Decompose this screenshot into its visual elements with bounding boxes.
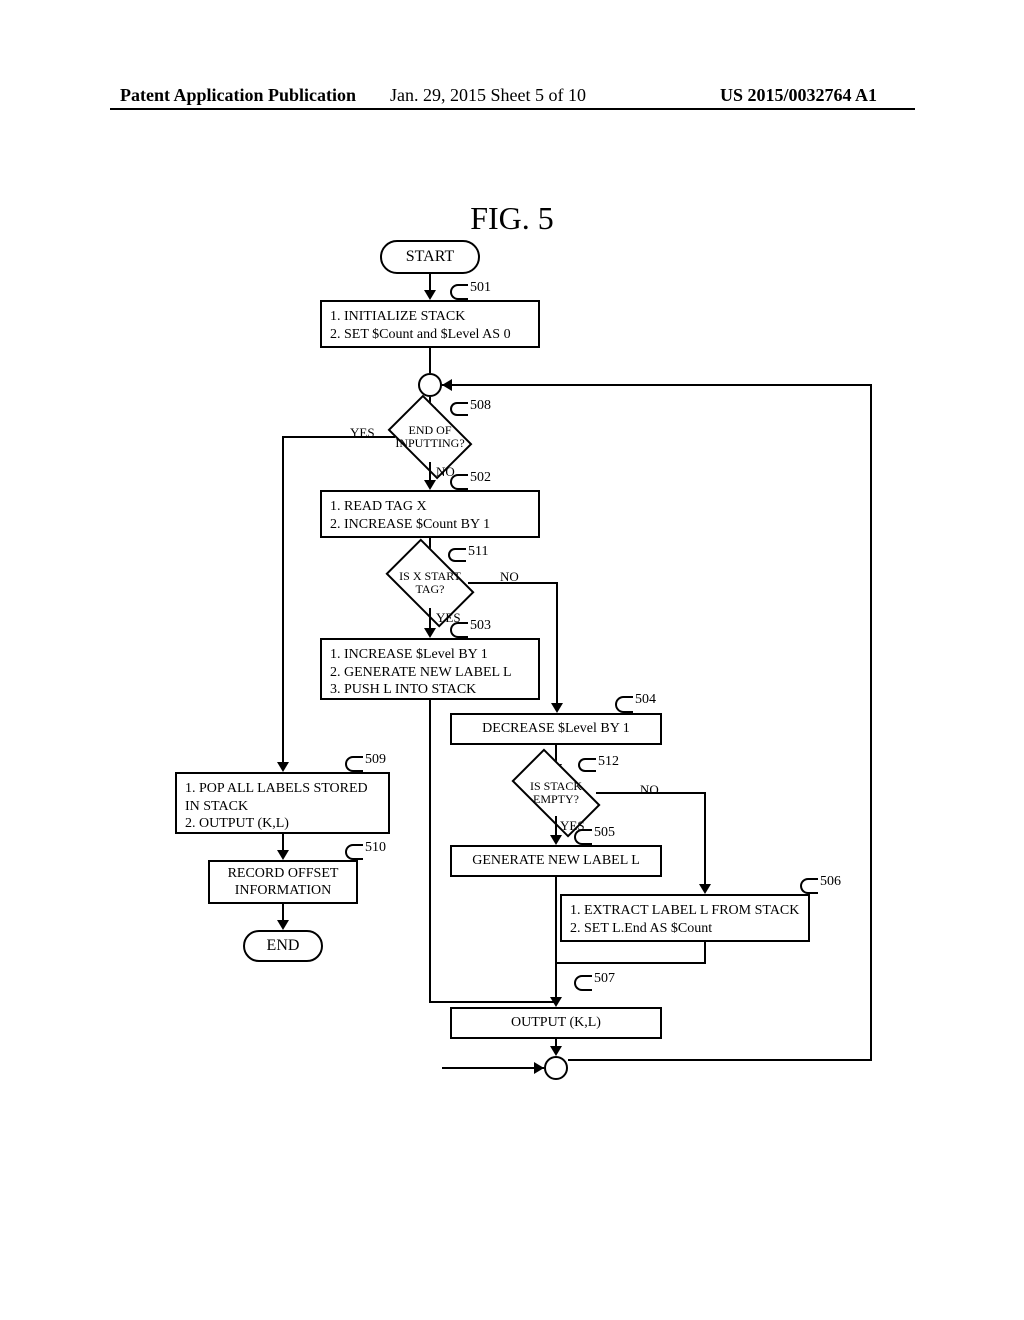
decision-508: END OF INPUTTING? xyxy=(395,412,465,462)
connector xyxy=(282,436,395,438)
connector xyxy=(442,384,872,386)
process-510: RECORD OFFSET INFORMATION xyxy=(208,860,358,904)
connector xyxy=(282,436,284,766)
ref-hook xyxy=(578,758,596,772)
connector xyxy=(704,942,706,962)
connector xyxy=(596,792,706,794)
process-504-text: DECREASE $Level BY 1 xyxy=(482,720,630,738)
arrow-down-icon xyxy=(551,703,563,713)
ref-506: 506 xyxy=(820,874,841,890)
process-509-text: 1. POP ALL LABELS STORED IN STACK 2. OUT… xyxy=(185,781,368,831)
decision-511: IS X START TAG? xyxy=(392,558,468,608)
ref-512: 512 xyxy=(598,754,619,770)
terminal-start-label: START xyxy=(406,248,454,266)
ref-hook xyxy=(615,696,633,713)
ref-hook xyxy=(574,975,592,991)
ref-hook xyxy=(450,402,468,416)
flowchart: START 1. INITIALIZE STACK 2. SET $Count … xyxy=(0,240,1024,1300)
onpage-connector-top xyxy=(418,373,442,397)
process-509: 1. POP ALL LABELS STORED IN STACK 2. OUT… xyxy=(175,772,390,834)
label-yes: YES xyxy=(350,425,375,441)
process-503: 1. INCREASE $Level BY 1 2. GENERATE NEW … xyxy=(320,638,540,700)
terminal-end-label: END xyxy=(267,937,300,955)
arrow-down-icon xyxy=(277,850,289,860)
ref-508: 508 xyxy=(470,398,491,414)
arrow-down-icon xyxy=(550,1046,562,1056)
connector xyxy=(429,1001,557,1003)
process-502-text: 1. READ TAG X 2. INCREASE $Count BY 1 xyxy=(330,499,490,532)
process-505: GENERATE NEW LABEL L xyxy=(450,845,662,877)
process-507: OUTPUT (K,L) xyxy=(450,1007,662,1039)
arrow-down-icon xyxy=(699,884,711,894)
connector xyxy=(429,348,431,373)
connector xyxy=(556,582,558,709)
ref-511: 511 xyxy=(468,544,488,560)
arrow-down-icon xyxy=(424,480,436,490)
connector xyxy=(555,962,706,964)
ref-hook xyxy=(450,474,468,490)
ref-hook xyxy=(574,829,592,845)
ref-hook xyxy=(448,548,466,562)
header-center: Jan. 29, 2015 Sheet 5 of 10 xyxy=(390,85,586,106)
arrow-down-icon xyxy=(277,762,289,772)
arrow-right-icon xyxy=(534,1062,544,1074)
connector xyxy=(555,877,557,963)
arrow-left-icon xyxy=(442,379,452,391)
process-501-text: 1. INITIALIZE STACK 2. SET $Count and $L… xyxy=(330,309,511,342)
process-510-text: RECORD OFFSET INFORMATION xyxy=(218,865,348,900)
ref-509: 509 xyxy=(365,752,386,768)
ref-hook xyxy=(345,756,363,772)
decision-512: IS STACK EMPTY? xyxy=(516,770,596,816)
arrow-down-icon xyxy=(550,835,562,845)
connector xyxy=(429,700,431,1001)
arrow-down-icon xyxy=(424,290,436,300)
terminal-start: START xyxy=(380,240,480,274)
header-right: US 2015/0032764 A1 xyxy=(720,85,877,106)
figure-title: FIG. 5 xyxy=(0,200,1024,237)
process-505-text: GENERATE NEW LABEL L xyxy=(472,852,640,870)
ref-hook xyxy=(800,878,818,894)
process-503-text: 1. INCREASE $Level BY 1 2. GENERATE NEW … xyxy=(330,647,512,697)
connector xyxy=(442,1067,544,1069)
label-no: NO xyxy=(640,782,659,798)
process-506: 1. EXTRACT LABEL L FROM STACK 2. SET L.E… xyxy=(560,894,810,942)
header-left: Patent Application Publication xyxy=(120,85,356,106)
arrow-down-icon xyxy=(550,997,562,1007)
onpage-connector-bottom xyxy=(544,1056,568,1080)
header-rule xyxy=(110,108,915,110)
connector xyxy=(870,384,872,1060)
connector xyxy=(568,1059,872,1061)
ref-504: 504 xyxy=(635,692,656,708)
process-502: 1. READ TAG X 2. INCREASE $Count BY 1 xyxy=(320,490,540,538)
arrow-down-icon xyxy=(277,920,289,930)
ref-510: 510 xyxy=(365,840,386,856)
ref-hook xyxy=(345,844,363,860)
ref-503: 503 xyxy=(470,618,491,634)
process-501: 1. INITIALIZE STACK 2. SET $Count and $L… xyxy=(320,300,540,348)
ref-502: 502 xyxy=(470,470,491,486)
process-504: DECREASE $Level BY 1 xyxy=(450,713,662,745)
ref-hook xyxy=(450,622,468,638)
ref-501: 501 xyxy=(470,280,491,296)
ref-507: 507 xyxy=(594,971,615,987)
ref-hook xyxy=(450,284,468,300)
ref-505: 505 xyxy=(594,825,615,841)
connector xyxy=(704,792,706,890)
terminal-end: END xyxy=(243,930,323,962)
arrow-down-icon xyxy=(424,628,436,638)
process-506-text: 1. EXTRACT LABEL L FROM STACK 2. SET L.E… xyxy=(570,903,799,936)
connector xyxy=(468,582,558,584)
process-507-text: OUTPUT (K,L) xyxy=(511,1014,601,1032)
